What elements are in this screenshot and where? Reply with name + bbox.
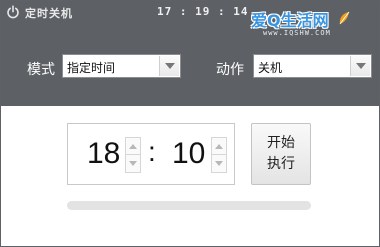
- minute-down-button[interactable]: [212, 155, 226, 172]
- triangle-down-icon: [215, 161, 223, 166]
- time-picker: 18 : 10: [67, 123, 235, 185]
- mode-select[interactable]: 指定时间: [62, 54, 181, 78]
- action-select[interactable]: 关机: [253, 54, 372, 78]
- triangle-up-icon: [215, 144, 223, 149]
- action-select-value: 关机: [258, 61, 283, 75]
- window-title: 定时关机: [25, 7, 73, 20]
- power-icon: [7, 5, 19, 19]
- minute-stepper[interactable]: [211, 137, 227, 173]
- main-content: 18 : 10 开始 执行: [1, 106, 379, 246]
- watermark-logo: 爱Q生活网 www.IQSHW.COM: [247, 5, 367, 43]
- progress-bar: [67, 201, 311, 210]
- start-button-line2: 执行: [267, 156, 295, 172]
- minute-value[interactable]: 10: [172, 137, 205, 171]
- hour-stepper[interactable]: [125, 137, 141, 173]
- start-execute-button[interactable]: 开始 执行: [251, 123, 311, 185]
- chevron-down-icon: [165, 63, 175, 69]
- time-separator: :: [148, 136, 156, 167]
- leaf-icon: [339, 11, 350, 25]
- mode-label: 模式: [27, 62, 55, 78]
- triangle-up-icon: [129, 144, 137, 149]
- current-time-clock: 17 : 19 : 14: [157, 5, 249, 18]
- watermark-url: www.IQSHW.COM: [263, 29, 331, 37]
- chevron-down-icon: [356, 63, 366, 69]
- action-dropdown-button[interactable]: [350, 56, 370, 76]
- mode-dropdown-button[interactable]: [159, 56, 179, 76]
- watermark-title: 爱Q生活网: [251, 11, 329, 30]
- triangle-down-icon: [129, 161, 137, 166]
- app-window: 定时关机 17 : 19 : 14 模式 指定时间 动作 关机 爱Q生活网 ww…: [0, 0, 380, 247]
- start-button-line1: 开始: [267, 135, 295, 151]
- minute-up-button[interactable]: [212, 138, 226, 155]
- hour-value[interactable]: 18: [87, 137, 120, 171]
- mode-select-value: 指定时间: [67, 61, 116, 75]
- hour-up-button[interactable]: [126, 138, 140, 155]
- action-label: 动作: [216, 62, 244, 78]
- hour-down-button[interactable]: [126, 155, 140, 172]
